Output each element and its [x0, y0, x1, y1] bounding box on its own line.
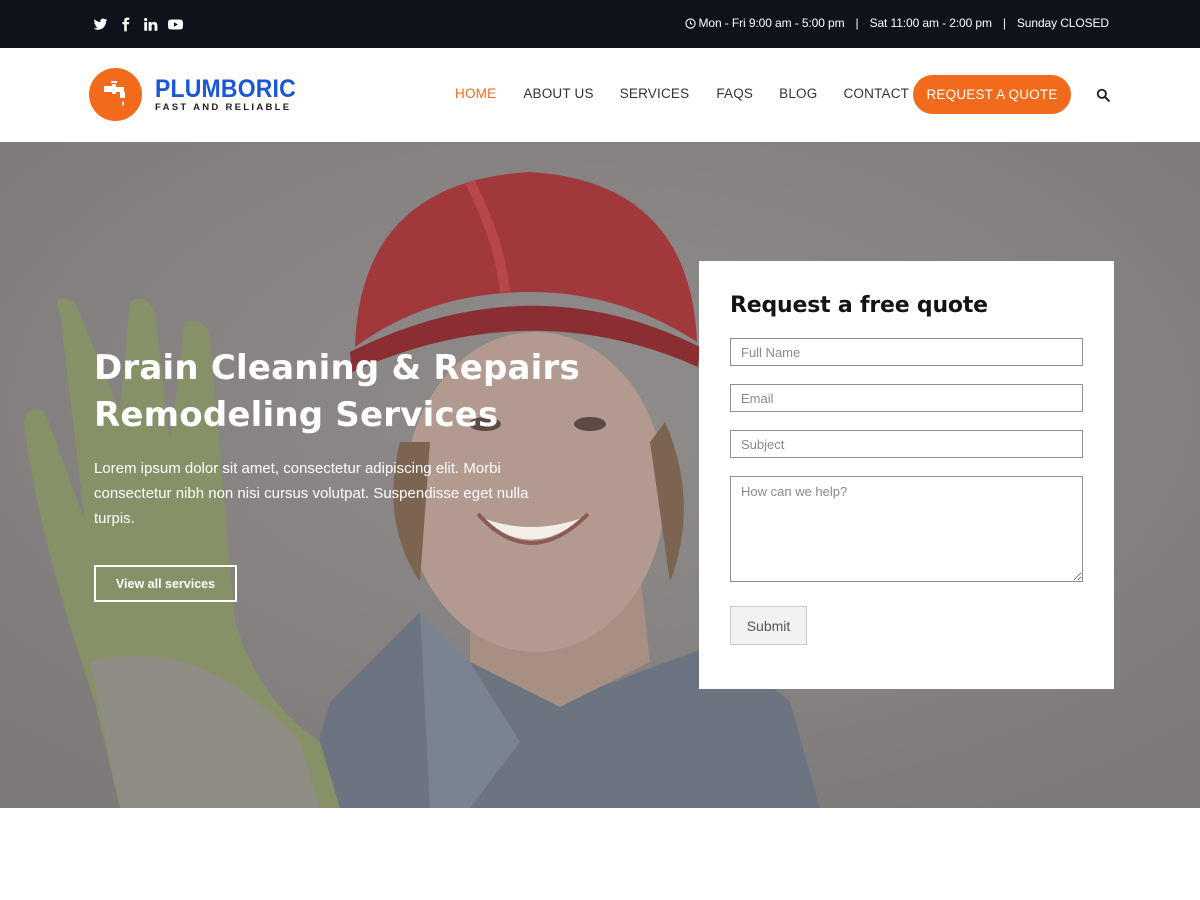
nav-faqs[interactable]: FAQS	[716, 86, 753, 101]
message-textarea[interactable]	[730, 476, 1083, 582]
linkedin-icon[interactable]	[142, 16, 158, 32]
site-logo[interactable]: PLUMBORIC FAST AND RELIABLE	[89, 68, 308, 121]
top-bar: Mon - Fri 9:00 am - 5:00 pm | Sat 11:00 …	[0, 0, 1200, 48]
hours-separator: |	[855, 16, 859, 30]
twitter-icon[interactable]	[92, 16, 108, 32]
faucet-icon	[89, 68, 142, 121]
business-hours: Mon - Fri 9:00 am - 5:00 pm | Sat 11:00 …	[684, 16, 1109, 30]
hero-section: Drain Cleaning & Repairs Remodeling Serv…	[0, 142, 1200, 808]
sunday-hours: Sunday CLOSED	[1016, 16, 1109, 30]
email-input[interactable]	[730, 384, 1083, 412]
nav-contact[interactable]: CONTACT	[843, 86, 909, 101]
social-links	[92, 16, 183, 32]
quote-form: Request a free quote Submit	[699, 261, 1114, 689]
submit-button[interactable]: Submit	[730, 606, 807, 645]
hero-title-line-2: Remodeling Services	[94, 395, 499, 435]
nav-about-us[interactable]: ABOUT US	[523, 86, 593, 101]
facebook-icon[interactable]	[117, 16, 133, 32]
hero-description: Lorem ipsum dolor sit amet, consectetur …	[94, 460, 529, 527]
nav-home[interactable]: HOME	[455, 86, 496, 101]
nav-blog[interactable]: BLOG	[779, 86, 817, 101]
weekday-hours: Mon - Fri 9:00 am - 5:00 pm	[698, 16, 845, 30]
hero-title: Drain Cleaning & Repairs Remodeling Serv…	[94, 345, 580, 439]
hero-title-line-1: Drain Cleaning & Repairs	[94, 348, 580, 388]
saturday-hours: Sat 11:00 am - 2:00 pm	[869, 16, 992, 30]
view-all-services-button[interactable]: View all services	[94, 565, 237, 602]
search-icon[interactable]	[1096, 88, 1110, 102]
subject-input[interactable]	[730, 430, 1083, 458]
nav-services[interactable]: SERVICES	[620, 86, 690, 101]
hours-separator: |	[1002, 16, 1006, 30]
request-quote-button[interactable]: REQUEST A QUOTE	[913, 75, 1071, 114]
youtube-icon[interactable]	[167, 16, 183, 32]
site-header: PLUMBORIC FAST AND RELIABLE HOME ABOUT U…	[0, 48, 1200, 142]
full-name-input[interactable]	[730, 338, 1083, 366]
clock-icon	[684, 17, 696, 29]
main-nav: HOME ABOUT US SERVICES FAQS BLOG CONTACT	[455, 86, 909, 101]
brand-name: PLUMBORIC	[155, 75, 296, 103]
brand-tagline: FAST AND RELIABLE	[155, 102, 292, 113]
quote-form-title: Request a free quote	[730, 293, 988, 318]
